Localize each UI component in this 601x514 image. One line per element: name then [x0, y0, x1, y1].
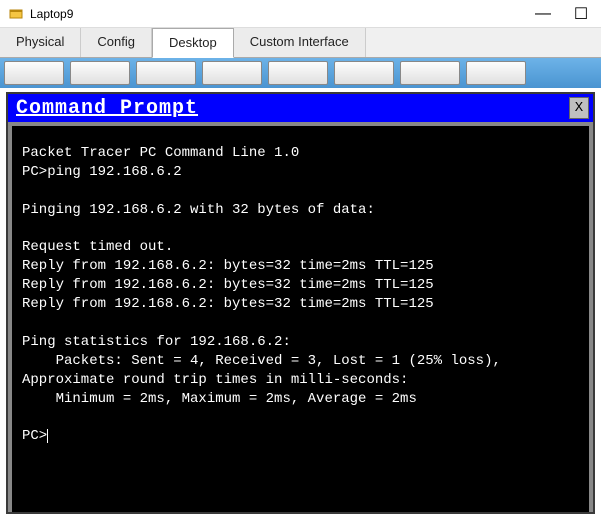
cmd-close-button[interactable]: X — [569, 97, 589, 119]
tab-desktop[interactable]: Desktop — [152, 28, 234, 58]
desktop-tool-4[interactable] — [202, 61, 262, 85]
maximize-button[interactable]: ☐ — [575, 8, 587, 20]
window-controls: — ☐ — [537, 8, 593, 20]
desktop-tool-2[interactable] — [70, 61, 130, 85]
window-titlebar: Laptop9 — ☐ — [0, 0, 601, 28]
terminal-output[interactable]: Packet Tracer PC Command Line 1.0 PC>pin… — [8, 122, 593, 512]
tab-custom-interface[interactable]: Custom Interface — [234, 28, 366, 57]
desktop-tool-3[interactable] — [136, 61, 196, 85]
terminal-cursor — [47, 429, 48, 443]
desktop-tool-6[interactable] — [334, 61, 394, 85]
cmd-titlebar: Command Prompt X — [8, 94, 593, 122]
window-title: Laptop9 — [30, 7, 73, 21]
tab-physical[interactable]: Physical — [0, 28, 81, 57]
minimize-button[interactable]: — — [537, 8, 549, 20]
app-icon — [8, 6, 24, 22]
desktop-tool-7[interactable] — [400, 61, 460, 85]
desktop-tool-1[interactable] — [4, 61, 64, 85]
desktop-tool-5[interactable] — [268, 61, 328, 85]
tab-config[interactable]: Config — [81, 28, 152, 57]
cmd-title: Command Prompt — [16, 97, 198, 120]
command-prompt-window: Command Prompt X Packet Tracer PC Comman… — [6, 92, 595, 514]
desktop-app-strip — [0, 58, 601, 88]
titlebar-left: Laptop9 — [8, 6, 73, 22]
tab-bar: Physical Config Desktop Custom Interface — [0, 28, 601, 58]
desktop-tool-8[interactable] — [466, 61, 526, 85]
